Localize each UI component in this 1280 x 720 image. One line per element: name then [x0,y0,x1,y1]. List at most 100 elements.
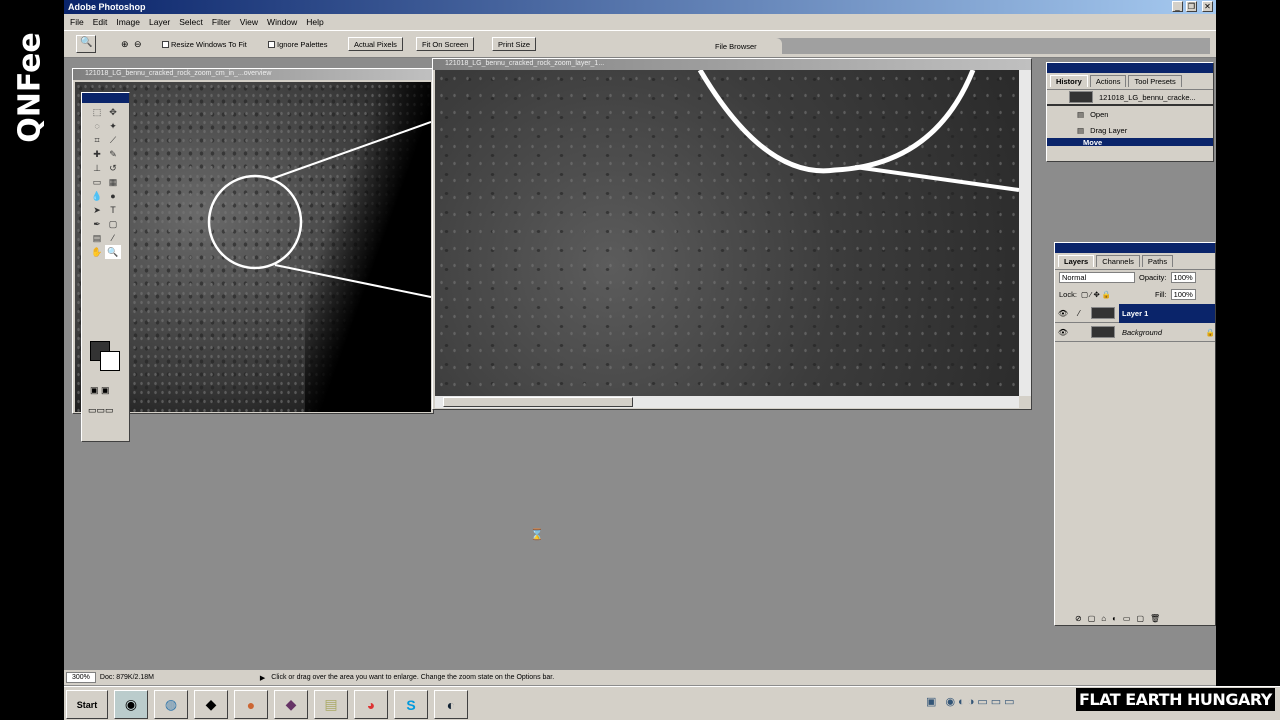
path-select-icon[interactable]: ➤ [89,203,105,217]
ignore-palettes-checkbox[interactable]: Ignore Palettes [268,40,327,49]
file-browser-tab[interactable]: File Browser [710,38,782,54]
status-arrow-icon[interactable]: ▶ [260,674,265,682]
layer-action-icons[interactable]: ⊘▢⌂◐▭▢🗑 [1075,614,1166,623]
zoom-level-field[interactable]: 300% [66,672,96,683]
slice-tool-icon[interactable]: ⟋ [105,133,121,147]
history-snapshot[interactable]: 121018_LG_bennu_cracke... [1047,90,1213,106]
vertical-scrollbar[interactable] [1019,70,1031,396]
taskbar-steam[interactable]: ◐ [434,690,468,719]
stamp-tool-icon[interactable]: ⊥ [89,161,105,175]
eyedropper-icon[interactable]: ⁄ [105,231,121,245]
doc-size: Doc: 879K/2.18M [99,674,154,681]
layer-row-layer-1[interactable]: 👁 ⁄ Layer 1 [1055,303,1215,323]
menu-layer[interactable]: Layer [149,17,170,27]
history-item[interactable]: ▤ Open [1047,106,1213,122]
asteroid-closeup-image[interactable] [435,70,1019,396]
magic-wand-icon[interactable]: ✦ [105,119,121,133]
system-tray-icons[interactable]: ▣ ◉◐◑▭▭▭ [926,695,1018,708]
brush-tool-icon[interactable]: ✎ [105,147,121,161]
fill-input[interactable]: 100% [1170,289,1196,300]
left-black-bar: QNFee [0,0,64,720]
toolbox: ⬚ ✥ ◌ ✦ ⌗ ⟋ ✚ ✎ ⊥ ↺ ▭ ▦ 💧 ● ➤ T ✒ ▢ ▤ ⁄ ✋ 🔍 ▣ ▣ ▭▭▭ [81,92,130,442]
quick-mask-icons[interactable]: ▣ ▣ [90,385,110,396]
dodge-tool-icon[interactable]: ● [105,189,121,203]
move-tool-icon[interactable]: ✥ [105,105,121,119]
gradient-tool-icon[interactable]: ▦ [105,175,121,189]
pen-tool-icon[interactable]: ✒ [89,217,105,231]
history-item-selected[interactable]: Move [1047,138,1213,146]
blend-mode-select[interactable]: Normal [1059,272,1135,283]
right-black-bar [1216,0,1280,686]
hourglass-cursor-icon: ⌛ [530,529,544,541]
eraser-tool-icon[interactable]: ▭ [89,175,105,189]
taskbar-folder[interactable]: ▤ [314,690,348,719]
history-palette: History Actions Tool Presets 121018_LG_b… [1046,62,1214,162]
history-brush-icon[interactable]: ↺ [105,161,121,175]
eye-icon[interactable]: 👁 [1055,309,1071,318]
menu-file[interactable]: File [70,17,84,27]
tab-history[interactable]: History [1050,75,1088,87]
blur-tool-icon[interactable]: 💧 [89,189,105,203]
lasso-tool-icon[interactable]: ◌ [89,119,105,133]
shape-tool-icon[interactable]: ▢ [105,217,121,231]
fit-on-screen-button[interactable]: Fit On Screen [416,37,475,51]
photoshop-window: Adobe Photoshop _ ❐ ✕ File Edit Image La… [64,0,1216,686]
horizontal-scrollbar[interactable] [435,396,1019,408]
actual-pixels-button[interactable]: Actual Pixels [348,37,403,51]
zoom-tool-preset[interactable]: 🔍 [76,35,96,53]
taskbar-photoshop[interactable]: ◉ [114,690,148,719]
layer-row-background[interactable]: 👁 Background 🔒 [1055,323,1215,342]
history-item[interactable]: ▤ Drag Layer [1047,122,1213,138]
tab-actions[interactable]: Actions [1089,75,1127,87]
tab-channels[interactable]: Channels [1096,255,1140,267]
minimize-button[interactable]: _ [1172,1,1183,12]
taskbar-browser[interactable]: ◍ [154,690,188,719]
opacity-input[interactable]: 100% [1170,272,1196,283]
menu-filter[interactable]: Filter [212,17,231,27]
tab-tool-presets[interactable]: Tool Presets [1128,75,1182,87]
menu-select[interactable]: Select [179,17,203,27]
maximize-button[interactable]: ❐ [1186,1,1197,12]
watermark-flat-earth-hungary: FLAT EARTH HUNGARY [1076,688,1275,711]
zoom-out-icon[interactable]: ⊖ [134,39,142,50]
brush-link-icon: ⁄ [1078,308,1080,318]
zoom-in-icon[interactable]: ⊕ [121,39,129,50]
document-window-zoom[interactable]: 121018_LG_bennu_cracked_rock_zoom_layer_… [432,58,1032,410]
print-size-button[interactable]: Print Size [492,37,537,51]
taskbar-skype[interactable]: S [394,690,428,719]
tab-layers[interactable]: Layers [1058,255,1095,267]
menu-image[interactable]: Image [116,17,140,27]
taskbar-game[interactable]: ● [234,690,268,719]
menu-window[interactable]: Window [267,17,297,27]
menu-help[interactable]: Help [306,17,323,27]
tab-paths[interactable]: Paths [1141,255,1174,267]
resize-windows-checkbox[interactable]: Resize Windows To Fit [162,40,247,49]
lock-icon: 🔒 [1205,327,1215,337]
menu-view[interactable]: View [240,17,258,27]
start-button[interactable]: Start [66,690,108,719]
lock-icons[interactable]: ▢ ⁄ ✥ 🔒 [1081,290,1151,299]
marquee-tool-icon[interactable]: ⬚ [89,105,105,119]
menu-edit[interactable]: Edit [93,17,108,27]
screen-mode-icons[interactable]: ▭▭▭ [88,405,114,416]
close-button[interactable]: ✕ [1202,1,1213,12]
crop-tool-icon[interactable]: ⌗ [89,133,105,147]
taskbar-app2[interactable]: ◆ [274,690,308,719]
taskbar-chrome[interactable]: ◕ [354,690,388,719]
background-color-swatch[interactable] [100,351,120,371]
document-title: 121018_LG_bennu_cracked_rock_zoom_cm_in_… [73,69,433,80]
fill-label: Fill: [1154,290,1167,299]
opacity-label: Opacity: [1139,273,1167,282]
scroll-thumb[interactable] [443,397,633,407]
app-title: Adobe Photoshop [68,2,146,12]
zoom-tool-icon[interactable]: 🔍 [105,245,121,259]
taskbar-app[interactable]: ◆ [194,690,228,719]
notes-tool-icon[interactable]: ▤ [89,231,105,245]
document-title: 121018_LG_bennu_cracked_rock_zoom_layer_… [433,59,1031,70]
status-bar: 300% Doc: 879K/2.18M ▶ Click or drag ove… [64,670,1216,685]
hand-tool-icon[interactable]: ✋ [89,245,105,259]
healing-brush-icon[interactable]: ✚ [89,147,105,161]
eye-icon[interactable]: 👁 [1055,328,1071,337]
type-tool-icon[interactable]: T [105,203,121,217]
menu-bar: File Edit Image Layer Select Filter View… [64,14,1216,30]
